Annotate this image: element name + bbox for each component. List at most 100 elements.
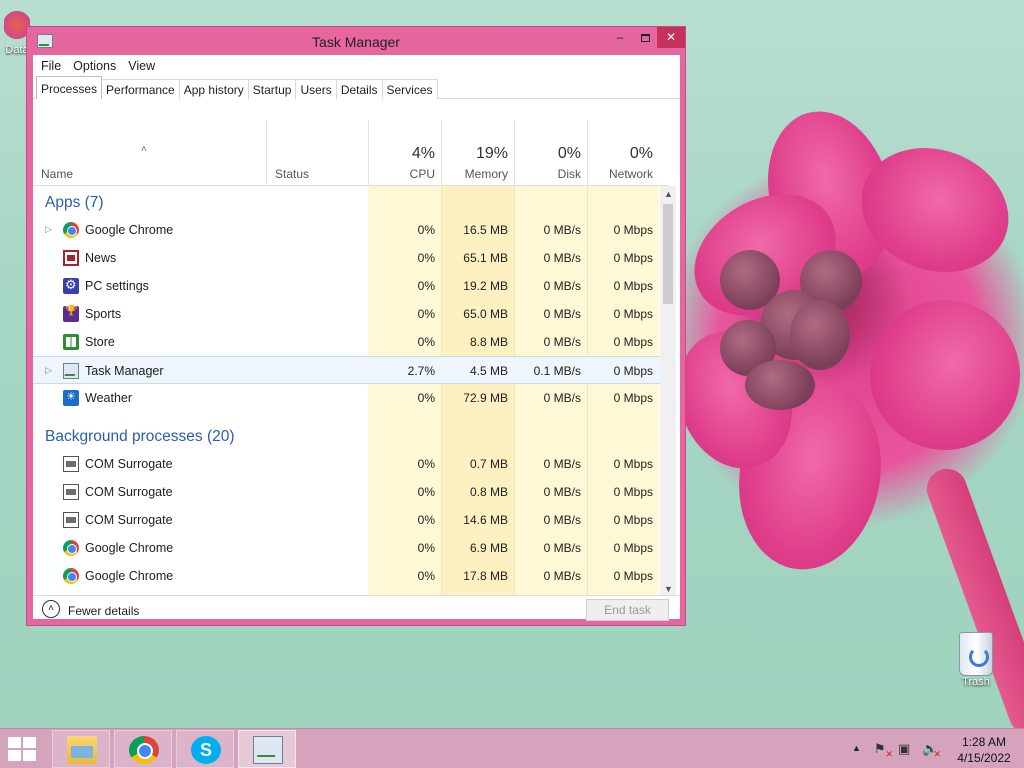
start-button[interactable] — [8, 737, 38, 761]
show-hidden-icons[interactable]: ▲ — [852, 743, 861, 768]
network-value: 0 Mbps — [613, 569, 653, 583]
chevron-up-circle-icon[interactable]: ˄ — [42, 600, 60, 618]
table-row[interactable]: Sports 0% 65.0 MB 0 MB/s 0 Mbps — [33, 300, 669, 328]
expand-arrow-icon[interactable]: ▷ — [45, 365, 52, 376]
column-status[interactable]: Status — [266, 120, 368, 186]
group-header-apps[interactable]: Apps (7) — [33, 186, 669, 214]
column-status-label: Status — [275, 167, 310, 181]
table-row[interactable]: Store 0% 8.8 MB 0 MB/s 0 Mbps — [33, 328, 669, 356]
clock-time[interactable]: 1:28 AM — [952, 735, 1016, 749]
taskbar-task-manager[interactable] — [238, 730, 296, 768]
recycle-bin-icon — [959, 632, 993, 676]
disk-value: 0 MB/s — [543, 279, 581, 293]
disk-label: Disk — [557, 167, 581, 181]
disk-value: 0 MB/s — [543, 335, 581, 349]
network-value: 0 Mbps — [613, 513, 653, 527]
disk-value: 0 MB/s — [543, 569, 581, 583]
vertical-scrollbar[interactable]: ▲ ▼ — [660, 186, 676, 595]
maximize-icon — [640, 33, 650, 42]
column-memory[interactable]: 19% Memory — [441, 120, 514, 186]
process-name: News — [85, 251, 117, 265]
tab-processes[interactable]: Processes — [36, 76, 103, 99]
memory-value: 4.5 MB — [469, 364, 508, 378]
windows-logo-icon — [8, 750, 21, 761]
table-row[interactable]: Weather 0% 72.9 MB 0 MB/s 0 Mbps — [33, 384, 669, 412]
fewer-details-link[interactable]: Fewer details — [68, 604, 139, 618]
network-value: 0 Mbps — [613, 223, 653, 237]
memory-value: 19.2 MB — [463, 279, 508, 293]
store-icon — [63, 334, 79, 350]
error-mark-icon: ✕ — [885, 749, 893, 759]
action-center-icon[interactable]: ⚑ ✕ — [874, 741, 893, 759]
chrome-icon — [63, 568, 79, 584]
desktop-icon-trash[interactable]: Trash — [948, 632, 1004, 688]
flower-stem — [921, 463, 1024, 728]
memory-total: 19% — [475, 145, 508, 162]
cpu-value: 0% — [417, 279, 435, 293]
taskbar-file-explorer[interactable] — [52, 730, 110, 768]
minimize-button[interactable]: – — [608, 27, 632, 48]
memory-value: 65.0 MB — [463, 307, 508, 321]
com-surrogate-icon — [63, 456, 79, 472]
volume-icon[interactable]: 🔈 ✕ — [922, 741, 941, 759]
tab-details[interactable]: Details — [335, 79, 383, 99]
tab-performance[interactable]: Performance — [101, 79, 180, 99]
table-row[interactable]: COM Surrogate 0% 14.6 MB 0 MB/s 0 Mbps — [33, 506, 669, 534]
disk-value: 0 MB/s — [543, 223, 581, 237]
maximize-button[interactable] — [633, 27, 657, 48]
column-name[interactable]: Name — [41, 167, 73, 181]
tab-startup[interactable]: Startup — [247, 79, 297, 99]
scroll-up-icon[interactable]: ▲ — [664, 189, 673, 199]
network-icon[interactable]: ▣ — [898, 741, 914, 757]
column-disk[interactable]: 0% Disk — [514, 120, 587, 186]
task-manager-icon — [63, 363, 79, 379]
process-name: COM Surrogate — [85, 513, 173, 527]
cpu-value: 0% — [417, 513, 435, 527]
end-task-button[interactable]: End task — [586, 599, 669, 621]
menu-bar: File Options View — [33, 55, 680, 77]
table-row[interactable]: News 0% 65.1 MB 0 MB/s 0 Mbps — [33, 244, 669, 272]
tab-services[interactable]: Services — [381, 79, 438, 99]
sort-up-icon: ˄ — [141, 144, 147, 155]
table-row[interactable]: Google Chrome 0% 6.9 MB 0 MB/s 0 Mbps — [33, 534, 669, 562]
expand-arrow-icon[interactable]: ▷ — [45, 224, 52, 235]
scroll-thumb[interactable] — [663, 204, 673, 304]
tab-users[interactable]: Users — [295, 79, 337, 99]
title-bar[interactable]: Task Manager – ✕ — [27, 27, 685, 55]
disk-value: 0 MB/s — [543, 485, 581, 499]
network-total: 0% — [629, 145, 653, 162]
desktop-icon-label: Trash — [962, 676, 990, 688]
process-name: Sports — [85, 307, 122, 321]
clock-date[interactable]: 4/15/2022 — [952, 751, 1016, 765]
cpu-value: 0% — [417, 307, 435, 321]
disk-value: 0 MB/s — [543, 513, 581, 527]
table-row-selected[interactable]: ▷ Task Manager 2.7% 4.5 MB 0.1 MB/s 0 Mb… — [33, 356, 669, 384]
table-row[interactable]: COM Surrogate 0% 0.7 MB 0 MB/s 0 Mbps — [33, 450, 669, 478]
process-name: Google Chrome — [85, 541, 174, 555]
column-header: ˄ Name Status 4% CPU 19% Memory 0% Disk — [33, 120, 669, 186]
menu-options[interactable]: Options — [67, 55, 122, 77]
sports-icon — [63, 306, 79, 322]
table-row[interactable]: Google Chrome 0% 17.8 MB 0 MB/s 0 Mbps — [33, 562, 669, 590]
table-row[interactable]: ▷ Google Chrome 0% 16.5 MB 0 MB/s 0 Mbps — [33, 216, 669, 244]
tab-app-history[interactable]: App history — [178, 79, 249, 99]
menu-file[interactable]: File — [35, 55, 67, 77]
scroll-down-icon[interactable]: ▼ — [664, 584, 673, 594]
window-title: Task Manager — [312, 34, 400, 50]
windows-logo-icon — [23, 737, 36, 748]
cpu-value: 0% — [417, 335, 435, 349]
group-header-background[interactable]: Background processes (20) — [33, 420, 669, 448]
memory-value: 14.6 MB — [463, 513, 508, 527]
flag-icon: ⚑ — [874, 741, 886, 756]
table-row[interactable]: COM Surrogate 0% 0.8 MB 0 MB/s 0 Mbps — [33, 478, 669, 506]
network-glyph: ▣ — [898, 741, 911, 756]
column-cpu[interactable]: 4% CPU — [368, 120, 441, 186]
menu-view[interactable]: View — [122, 55, 161, 77]
taskbar-chrome[interactable] — [114, 730, 172, 768]
column-network[interactable]: 0% Network — [587, 120, 659, 186]
taskbar-skype[interactable]: S — [176, 730, 234, 768]
process-name: COM Surrogate — [85, 485, 173, 499]
close-button[interactable]: ✕ — [657, 27, 685, 48]
windows-logo-icon — [8, 737, 21, 748]
table-row[interactable]: PC settings 0% 19.2 MB 0 MB/s 0 Mbps — [33, 272, 669, 300]
